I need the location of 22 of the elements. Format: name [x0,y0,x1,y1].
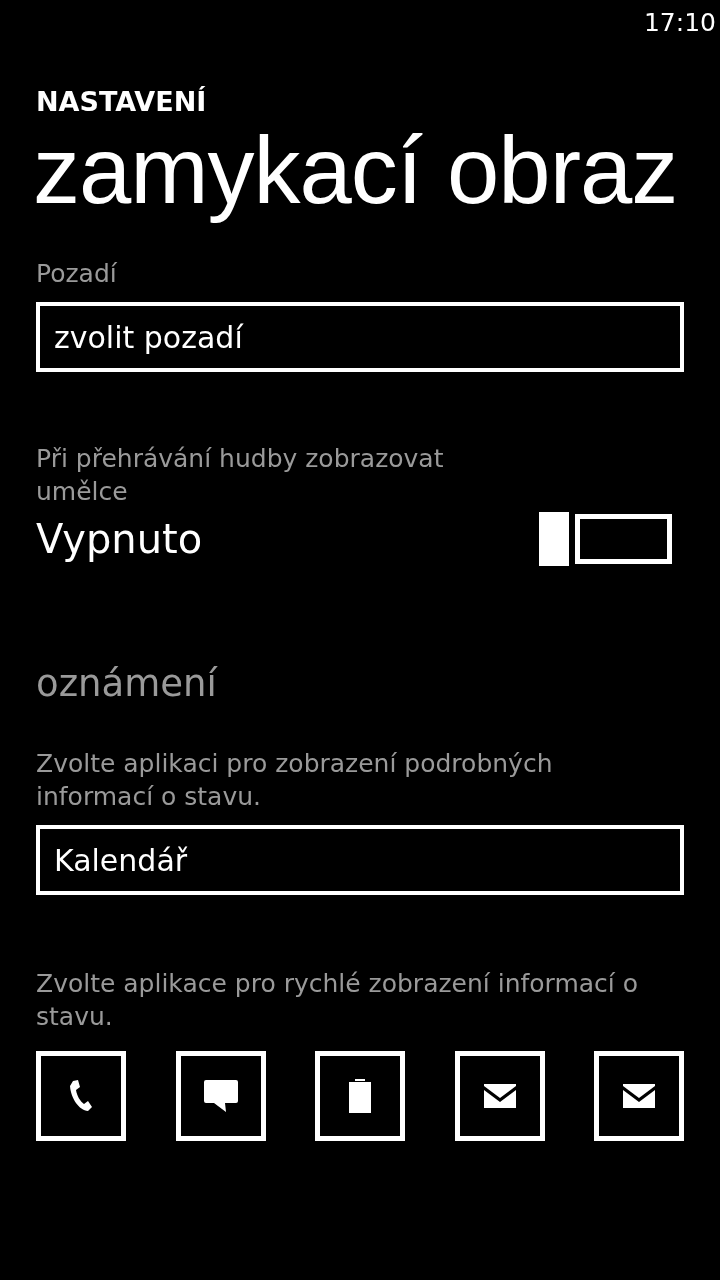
speech-bubble-icon [203,1080,238,1113]
app-slot[interactable] [36,1051,126,1142]
setting-label: Zvolte aplikace pro rychlé zobrazení informací o stavu. [36,968,640,1034]
app-picker[interactable]: Kalendář [36,825,684,896]
app-slot[interactable] [175,1051,266,1142]
phone-icon [69,1079,93,1114]
page-title: zamykací obraz [36,117,679,225]
app-slot[interactable] [454,1051,545,1142]
setting-label: Zvolte aplikaci pro zobrazení podrobných informací o stavu. [36,748,554,814]
section-heading: oznámení [36,662,219,706]
app-slot[interactable] [315,1051,405,1142]
background-picker[interactable]: zvolit pozadí [36,302,684,373]
envelope-icon [623,1084,655,1109]
toggle-state: Vypnuto [36,516,203,563]
setting-label: Při přehrávání hudby zobrazovat umělce [36,443,445,509]
battery-icon [349,1079,371,1114]
app-title: NASTAVENÍ [36,86,208,117]
clock: 17:10 [643,8,716,39]
envelope-icon [483,1084,516,1109]
field-label: Pozadí [36,258,118,291]
toggle-switch[interactable] [539,512,672,567]
app-slot[interactable] [594,1051,684,1142]
